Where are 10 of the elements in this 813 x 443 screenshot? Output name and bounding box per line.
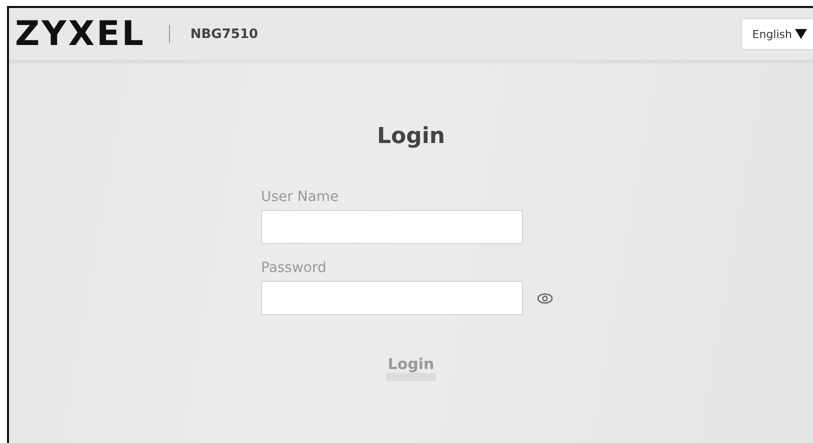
input-field[interactable] — [261, 210, 523, 244]
field-label: Password — [261, 260, 328, 276]
login-title: Login — [376, 124, 446, 149]
caret-icon — [795, 29, 807, 39]
language-dropdown[interactable]: English — [741, 18, 813, 50]
logo: ZYXEL — [15, 14, 146, 54]
password-field[interactable] — [261, 281, 523, 315]
model-name: NBG7510 — [190, 26, 258, 42]
field-label: User Name — [261, 189, 340, 205]
eye-icon[interactable] — [537, 292, 553, 304]
